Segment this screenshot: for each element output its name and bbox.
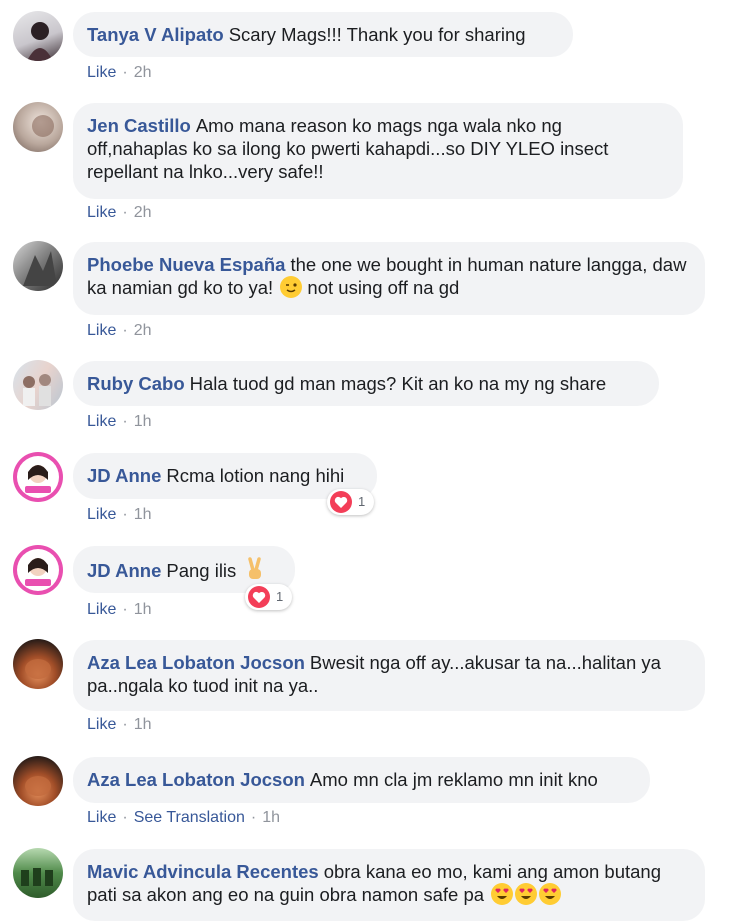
comment-author[interactable]: Tanya V Alipato	[87, 24, 224, 45]
comment-author[interactable]: JD Anne	[87, 560, 161, 581]
comment-time[interactable]: 1h	[134, 601, 152, 618]
heart-eyes-icon	[491, 883, 514, 905]
comment-time[interactable]: 1h	[134, 716, 152, 733]
reaction-count: 1	[276, 589, 284, 604]
like-link[interactable]: Like	[87, 601, 116, 618]
comment-bubble: Mavic Advincula Recentes obra kana eo mo,…	[73, 849, 705, 921]
reaction-badge[interactable]: 1	[245, 584, 293, 610]
comment-text: Scary Mags!!! Thank you for sharing	[228, 24, 526, 45]
comment-text: Pang ilis	[166, 560, 237, 581]
comment-actions: Like · 2h	[87, 321, 151, 341]
comment-bubble: Tanya V Alipato Scary Mags!!! Thank you f…	[73, 12, 573, 57]
see-translation-link[interactable]: See Translation	[134, 809, 245, 826]
comment-actions: Like · 1h	[87, 505, 151, 525]
like-link[interactable]: Like	[87, 64, 116, 81]
victory-hand-icon	[245, 557, 265, 581]
comment-author[interactable]: Phoebe Nueva España	[87, 254, 285, 275]
comment-bubble: Aza Lea Lobaton Jocson Amo mn cla jm rekl…	[73, 757, 650, 803]
comment-author[interactable]: JD Anne	[87, 465, 161, 486]
winking-face-icon	[280, 276, 303, 298]
comment-actions: Like · See Translation · 1h	[87, 808, 280, 828]
comment-text: Amo mn cla jm reklamo mn init kno	[309, 769, 598, 790]
avatar[interactable]	[13, 848, 63, 898]
separator: ·	[122, 413, 128, 430]
comment-bubble: Jen Castillo Amo mana reason ko mags nga …	[73, 103, 683, 199]
like-link[interactable]: Like	[87, 413, 116, 430]
comment-time[interactable]: 2h	[134, 64, 152, 81]
separator: ·	[122, 506, 128, 523]
reaction-badge[interactable]: 1	[327, 489, 375, 515]
like-link[interactable]: Like	[87, 506, 116, 523]
separator: ·	[122, 64, 128, 81]
separator: ·	[122, 322, 128, 339]
comment-actions: Like · 2h	[87, 203, 151, 223]
comment-time[interactable]: 2h	[134, 204, 152, 221]
avatar[interactable]	[13, 360, 63, 410]
comment-actions: Like · 2h	[87, 63, 151, 83]
avatar[interactable]	[13, 639, 63, 689]
comment-time[interactable]: 1h	[262, 809, 280, 826]
comment-author[interactable]: Aza Lea Lobaton Jocson	[87, 652, 305, 673]
heart-icon	[248, 586, 270, 608]
avatar[interactable]	[13, 102, 63, 152]
heart-eyes-icon	[515, 883, 538, 905]
avatar[interactable]	[13, 241, 63, 291]
heart-eyes-icon	[539, 883, 562, 905]
comment-author[interactable]: Ruby Cabo	[87, 373, 185, 394]
comment-text: Rcma lotion nang hihi	[166, 465, 345, 486]
comment-time[interactable]: 1h	[134, 506, 152, 523]
comment-author[interactable]: Jen Castillo	[87, 115, 191, 136]
comment-author[interactable]: Aza Lea Lobaton Jocson	[87, 769, 305, 790]
reaction-count: 1	[358, 494, 366, 509]
heart-icon	[330, 491, 352, 513]
comment-time[interactable]: 1h	[134, 413, 152, 430]
separator: ·	[122, 809, 128, 826]
comment-text-continued: not using off na gd	[307, 277, 460, 298]
comment-bubble: Aza Lea Lobaton Jocson Bwesit nga off ay.…	[73, 640, 705, 711]
like-link[interactable]: Like	[87, 809, 116, 826]
separator: ·	[250, 809, 257, 826]
avatar[interactable]	[13, 756, 63, 806]
comment-bubble: Ruby Cabo Hala tuod gd man mags? Kit an k…	[73, 361, 659, 406]
comment-actions: Like · 1h	[87, 715, 151, 735]
comment-actions: Like · 1h	[87, 600, 151, 620]
comment-bubble: Phoebe Nueva España the one we bought in …	[73, 242, 705, 315]
separator: ·	[122, 601, 128, 618]
comment-actions: Like · 1h	[87, 412, 151, 432]
comment-text: Hala tuod gd man mags? Kit an ko na my n…	[189, 373, 607, 394]
comment-time[interactable]: 2h	[134, 322, 152, 339]
like-link[interactable]: Like	[87, 716, 116, 733]
comment-author[interactable]: Mavic Advincula Recentes	[87, 861, 319, 882]
avatar[interactable]	[13, 545, 63, 595]
separator: ·	[122, 204, 128, 221]
avatar[interactable]	[13, 11, 63, 61]
like-link[interactable]: Like	[87, 322, 116, 339]
separator: ·	[122, 716, 128, 733]
like-link[interactable]: Like	[87, 204, 116, 221]
avatar[interactable]	[13, 452, 63, 502]
